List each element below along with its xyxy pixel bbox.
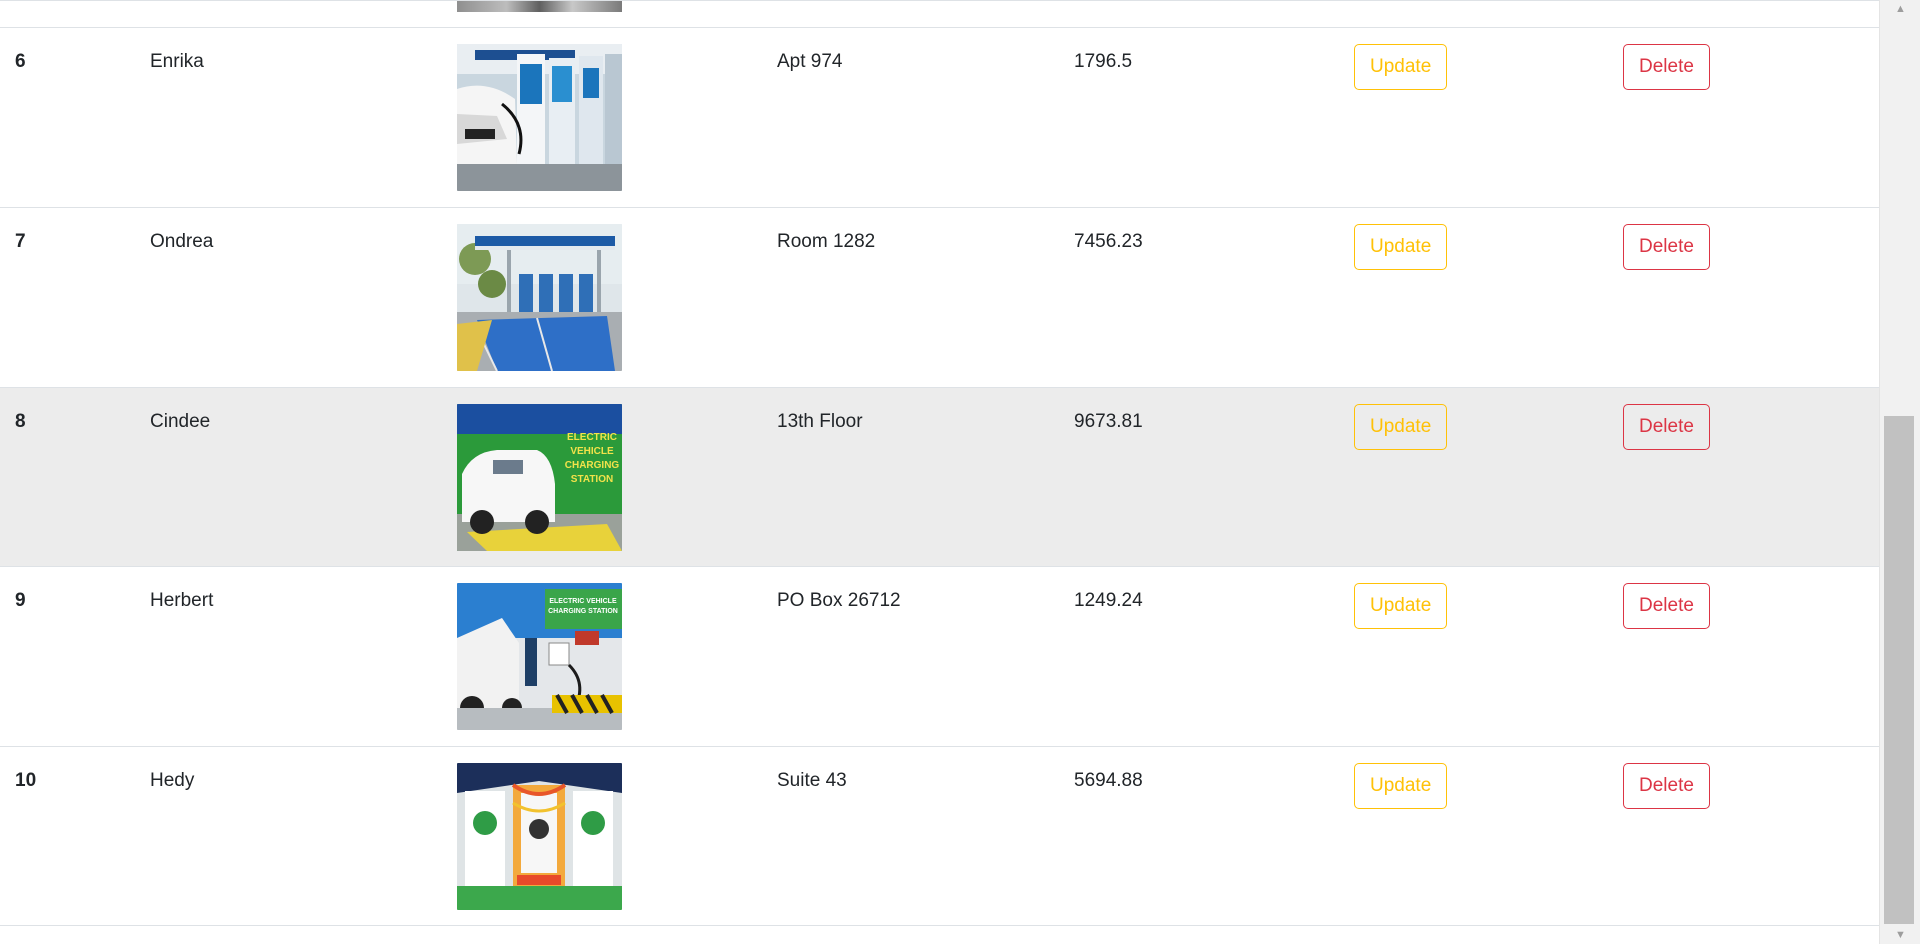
row-address-cell: Room 1282 (777, 208, 1074, 388)
row-id-cell: 8 (0, 387, 150, 567)
delete-button[interactable]: Delete (1623, 583, 1710, 629)
table-row: 7 Ondrea Room 1282 7456.23 Update Delete (0, 208, 1879, 388)
table-row-partial (0, 0, 1879, 28)
row-price-cell: 5694.88 (1074, 746, 1354, 926)
row-delete-cell: Delete (1623, 28, 1879, 208)
scrollbar-thumb[interactable] (1884, 416, 1914, 924)
row-address-cell: Suite 43 (777, 746, 1074, 926)
thumbnail-caption: CHARGING (565, 460, 620, 471)
row-address: Suite 43 (777, 769, 847, 791)
row-id-cell: 7 (0, 208, 150, 388)
delete-button[interactable]: Delete (1623, 224, 1710, 270)
row-price: 7456.23 (1074, 231, 1143, 252)
row-address: Apt 974 (777, 51, 843, 72)
row-id: 9 (15, 590, 26, 611)
table-row: 6 Enrika Apt 974 1796.5 Update Delete (0, 28, 1879, 208)
row-delete-cell: Delete (1623, 567, 1879, 747)
row-name: Enrika (150, 51, 204, 72)
row-id: 10 (15, 769, 37, 791)
row-address-cell: 13th Floor (777, 387, 1074, 567)
row-name: Cindee (150, 410, 211, 432)
row-delete-cell: Delete (1623, 387, 1879, 567)
thumbnail-caption: STATION (571, 474, 613, 485)
row-address-cell: PO Box 26712 (777, 567, 1074, 747)
row-id: 6 (15, 51, 26, 72)
update-button[interactable]: Update (1354, 224, 1448, 270)
row-price-cell: 1249.24 (1074, 567, 1354, 747)
row-address: 13th Floor (777, 410, 863, 432)
row-name-cell: Herbert (150, 567, 457, 747)
row-image-cell: ELECTRIC VEHICLE CHARGING STATION (457, 387, 777, 567)
station-thumbnail (457, 44, 622, 191)
row-name-cell: Cindee (150, 387, 457, 567)
row-id: 7 (15, 231, 26, 252)
thumbnail-caption: VEHICLE (570, 446, 614, 457)
scroll-up-icon[interactable]: ▲ (1880, 0, 1920, 18)
thumbnail-caption: ELECTRIC VEHICLE (549, 598, 617, 605)
row-update-cell: Update (1354, 387, 1623, 567)
row-price-cell: 9673.81 (1074, 387, 1354, 567)
station-thumbnail-partial (457, 1, 622, 12)
station-thumbnail (457, 762, 622, 910)
table-row: 8 Cindee ELECTRIC VEHICLE CHARGING STATI… (0, 387, 1879, 567)
vertical-scrollbar[interactable]: ▲ ▼ (1879, 0, 1920, 944)
delete-button[interactable]: Delete (1623, 762, 1710, 809)
row-address-cell: Apt 974 (777, 28, 1074, 208)
row-price: 5694.88 (1074, 769, 1143, 791)
delete-button[interactable]: Delete (1623, 403, 1710, 450)
row-name: Herbert (150, 590, 214, 611)
row-image-cell: ELECTRIC VEHICLE CHARGING STATION (457, 567, 777, 747)
row-price-cell: 7456.23 (1074, 208, 1354, 388)
row-delete-cell: Delete (1623, 746, 1879, 926)
thumbnail-caption: CHARGING STATION (548, 608, 618, 615)
row-name: Hedy (150, 769, 195, 791)
row-name: Ondrea (150, 231, 214, 252)
row-update-cell: Update (1354, 208, 1623, 388)
row-image-cell (457, 208, 777, 388)
station-thumbnail: ELECTRIC VEHICLE CHARGING STATION (457, 583, 622, 730)
update-button[interactable]: Update (1354, 583, 1448, 629)
row-update-cell: Update (1354, 746, 1623, 926)
row-price-cell: 1796.5 (1074, 28, 1354, 208)
row-delete-cell: Delete (1623, 208, 1879, 388)
row-name-cell: Ondrea (150, 208, 457, 388)
row-price: 1249.24 (1074, 590, 1143, 611)
table-row: 10 Hedy Suite 43 5694.88 Update Delete (0, 746, 1879, 926)
row-name-cell: Enrika (150, 28, 457, 208)
row-name-cell: Hedy (150, 746, 457, 926)
row-price: 1796.5 (1074, 51, 1133, 72)
stations-table: 6 Enrika Apt 974 1796.5 Update Delete 7 … (0, 28, 1879, 926)
row-price: 9673.81 (1074, 410, 1143, 432)
station-thumbnail: ELECTRIC VEHICLE CHARGING STATION (457, 403, 622, 551)
row-id-cell: 6 (0, 28, 150, 208)
table-viewport: 6 Enrika Apt 974 1796.5 Update Delete 7 … (0, 0, 1879, 944)
row-image-cell (457, 28, 777, 208)
thumbnail-caption: ELECTRIC (567, 432, 617, 443)
update-button[interactable]: Update (1354, 762, 1448, 809)
update-button[interactable]: Update (1354, 403, 1448, 450)
row-update-cell: Update (1354, 28, 1623, 208)
update-button[interactable]: Update (1354, 44, 1448, 90)
row-id-cell: 9 (0, 567, 150, 747)
row-id-cell: 10 (0, 746, 150, 926)
row-address: Room 1282 (777, 231, 876, 252)
delete-button[interactable]: Delete (1623, 44, 1710, 90)
station-thumbnail (457, 224, 622, 371)
scroll-down-icon[interactable]: ▼ (1880, 926, 1920, 944)
table-row: 9 Herbert ELECTRIC VEHICLE CHARGING STAT… (0, 567, 1879, 747)
row-id: 8 (15, 410, 26, 432)
row-image-cell (457, 746, 777, 926)
row-address: PO Box 26712 (777, 590, 901, 611)
row-update-cell: Update (1354, 567, 1623, 747)
